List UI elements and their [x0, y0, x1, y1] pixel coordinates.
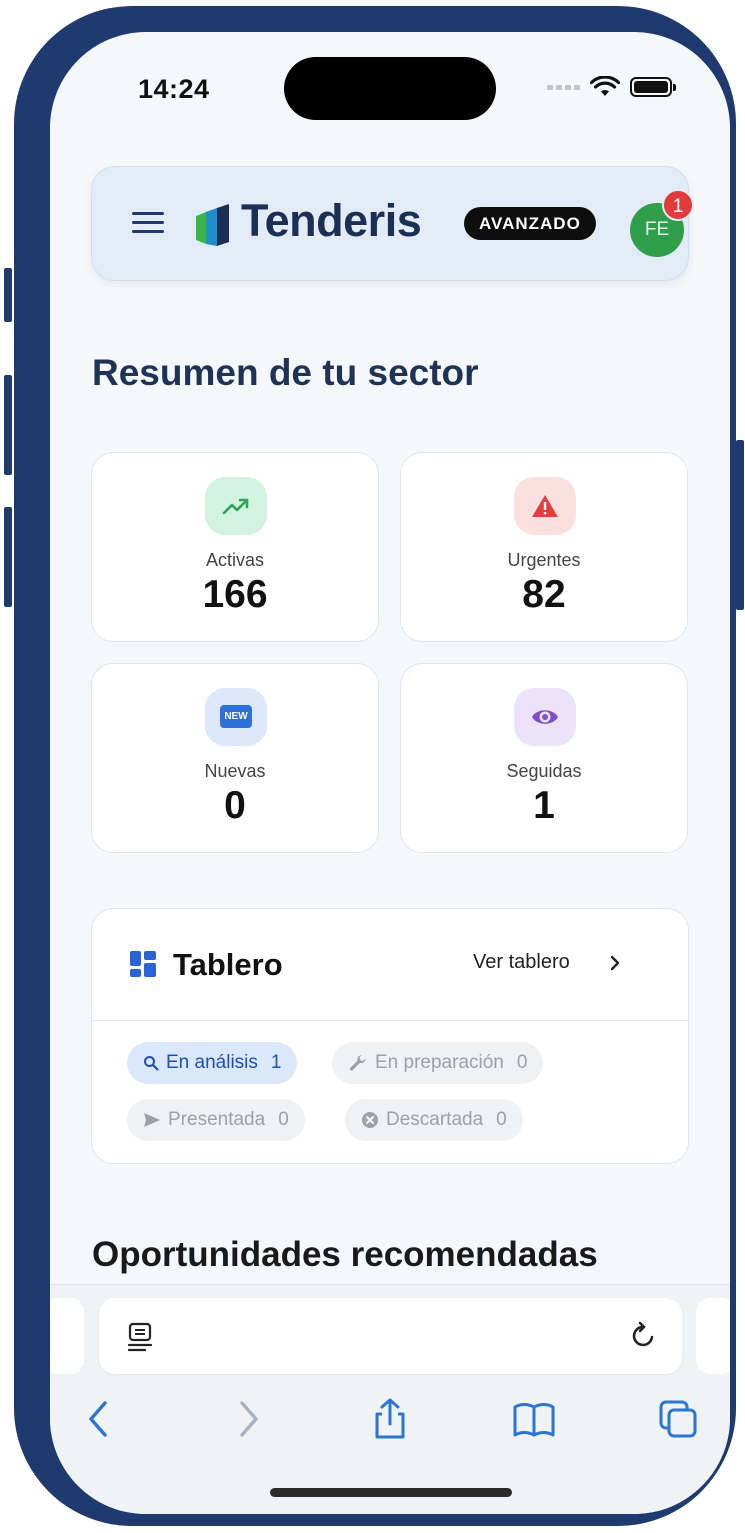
chip-presentada[interactable]: Presentada 0: [127, 1099, 305, 1141]
dashboard-icon: [130, 951, 156, 977]
reload-icon[interactable]: [628, 1320, 660, 1352]
chip-label: En preparación: [375, 1052, 504, 1073]
chip-descartada[interactable]: Descartada 0: [345, 1099, 523, 1141]
chip-count: 1: [270, 1052, 282, 1073]
volume-down-button: [4, 507, 12, 607]
trending-up-icon: [205, 477, 267, 535]
status-icons: [547, 76, 676, 98]
send-icon: [144, 1113, 160, 1127]
cellular-signal-icon: [547, 84, 580, 90]
phone-frame: 14:24 Tenderis AVANZADO FE 1 Resumen de …: [14, 6, 736, 1526]
stat-value: 1: [533, 784, 555, 827]
notification-badge: 1: [662, 189, 694, 221]
plan-badge: AVANZADO: [464, 207, 596, 240]
stat-value: 166: [202, 573, 268, 616]
stat-label: Nuevas: [204, 761, 266, 781]
board-title: Tablero: [173, 947, 283, 982]
search-icon: [144, 1056, 159, 1071]
chip-count: 0: [278, 1109, 289, 1130]
share-icon[interactable]: [368, 1397, 412, 1441]
stat-card-urgentes[interactable]: Urgentes 82: [400, 452, 688, 642]
reader-mode-icon[interactable]: [127, 1322, 155, 1352]
phone-screen: 14:24 Tenderis AVANZADO FE 1 Resumen de …: [50, 32, 730, 1514]
stat-value: 82: [522, 573, 566, 616]
stat-value: 0: [224, 784, 246, 827]
chip-label: Presentada: [168, 1109, 266, 1130]
app-header: Tenderis AVANZADO FE 1: [91, 166, 694, 281]
dynamic-island: [284, 57, 496, 120]
stat-label: Activas: [205, 550, 265, 570]
back-icon[interactable]: [78, 1397, 122, 1441]
forward-icon[interactable]: [225, 1397, 269, 1441]
next-tab-peek[interactable]: [696, 1298, 730, 1374]
power-button: [736, 440, 744, 610]
bookmarks-icon[interactable]: [512, 1397, 556, 1441]
view-board-link[interactable]: Ver tablero: [473, 951, 570, 974]
board-card: Tablero Ver tablero En análisis 1 En pre…: [91, 908, 689, 1164]
chip-count: 0: [516, 1052, 528, 1073]
eye-icon: [514, 688, 576, 746]
new-icon-label: NEW: [220, 705, 252, 728]
home-indicator: [270, 1488, 512, 1497]
warning-icon: [514, 477, 576, 535]
chip-count: 0: [496, 1109, 507, 1130]
chip-en-analisis[interactable]: En análisis 1: [127, 1042, 298, 1084]
wrench-icon: [350, 1054, 366, 1071]
close-circle-icon: [362, 1112, 378, 1128]
stat-card-nuevas[interactable]: NEW Nuevas 0: [91, 663, 379, 853]
divider: [92, 1020, 688, 1021]
chevron-right-icon[interactable]: [607, 953, 623, 973]
brand-name: Tenderis: [241, 195, 422, 246]
chip-label: Descartada: [386, 1109, 484, 1130]
address-bar[interactable]: [99, 1298, 682, 1374]
new-icon: NEW: [205, 688, 267, 746]
volume-up-button: [4, 375, 12, 475]
status-time: 14:24: [138, 74, 210, 104]
stat-card-seguidas[interactable]: Seguidas 1: [400, 663, 688, 853]
recommended-title: Oportunidades recomendadas: [92, 1235, 598, 1274]
stat-label: Urgentes: [507, 550, 581, 570]
chip-en-preparacion[interactable]: En preparación 0: [332, 1042, 544, 1084]
chip-label: En análisis: [166, 1052, 258, 1073]
stat-card-activas[interactable]: Activas 166: [91, 452, 379, 642]
hamburger-menu-icon[interactable]: [132, 212, 164, 236]
stat-label: Seguidas: [506, 761, 582, 781]
tabs-icon[interactable]: [656, 1397, 700, 1441]
silent-switch: [4, 268, 12, 322]
battery-icon: [630, 77, 676, 97]
previous-tab-peek[interactable]: [50, 1298, 84, 1374]
wifi-icon: [590, 76, 620, 96]
summary-title: Resumen de tu sector: [92, 352, 479, 393]
tenderis-logo-icon: [196, 204, 229, 246]
